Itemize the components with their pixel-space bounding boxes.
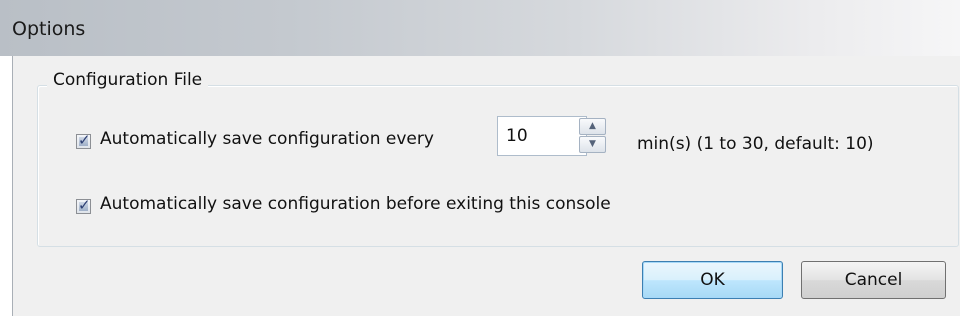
title-bar[interactable]: Options — [0, 0, 960, 56]
cancel-button[interactable]: Cancel — [801, 261, 946, 299]
save-interval-spinner: ▲ ▼ — [579, 118, 606, 154]
save-on-exit-checkbox[interactable]: ✓ — [76, 196, 91, 214]
auto-save-interval-checkbox[interactable]: ✓ — [76, 131, 91, 149]
checkmark-icon: ✓ — [78, 131, 91, 149]
window-title: Options — [12, 18, 86, 40]
auto-save-interval-label: Automatically save configuration every — [100, 129, 434, 149]
interval-range-hint: min(s) (1 to 30, default: 10) — [637, 134, 874, 154]
checkmark-icon: ✓ — [78, 196, 91, 214]
dialog-body: Configuration File ✓ Automatically save … — [12, 56, 960, 316]
configuration-file-group — [37, 85, 959, 247]
spin-down-arrow-icon[interactable]: ▼ — [579, 136, 606, 153]
ok-button[interactable]: OK — [642, 261, 783, 299]
save-on-exit-label: Automatically save configuration before … — [100, 194, 611, 214]
bottom-edge — [0, 316, 960, 322]
options-dialog: Options Configuration File ✓ Automatical… — [0, 0, 960, 322]
save-interval-input[interactable]: 10 — [497, 116, 587, 156]
spin-up-arrow-icon[interactable]: ▲ — [579, 118, 606, 135]
group-title: Configuration File — [47, 70, 209, 90]
